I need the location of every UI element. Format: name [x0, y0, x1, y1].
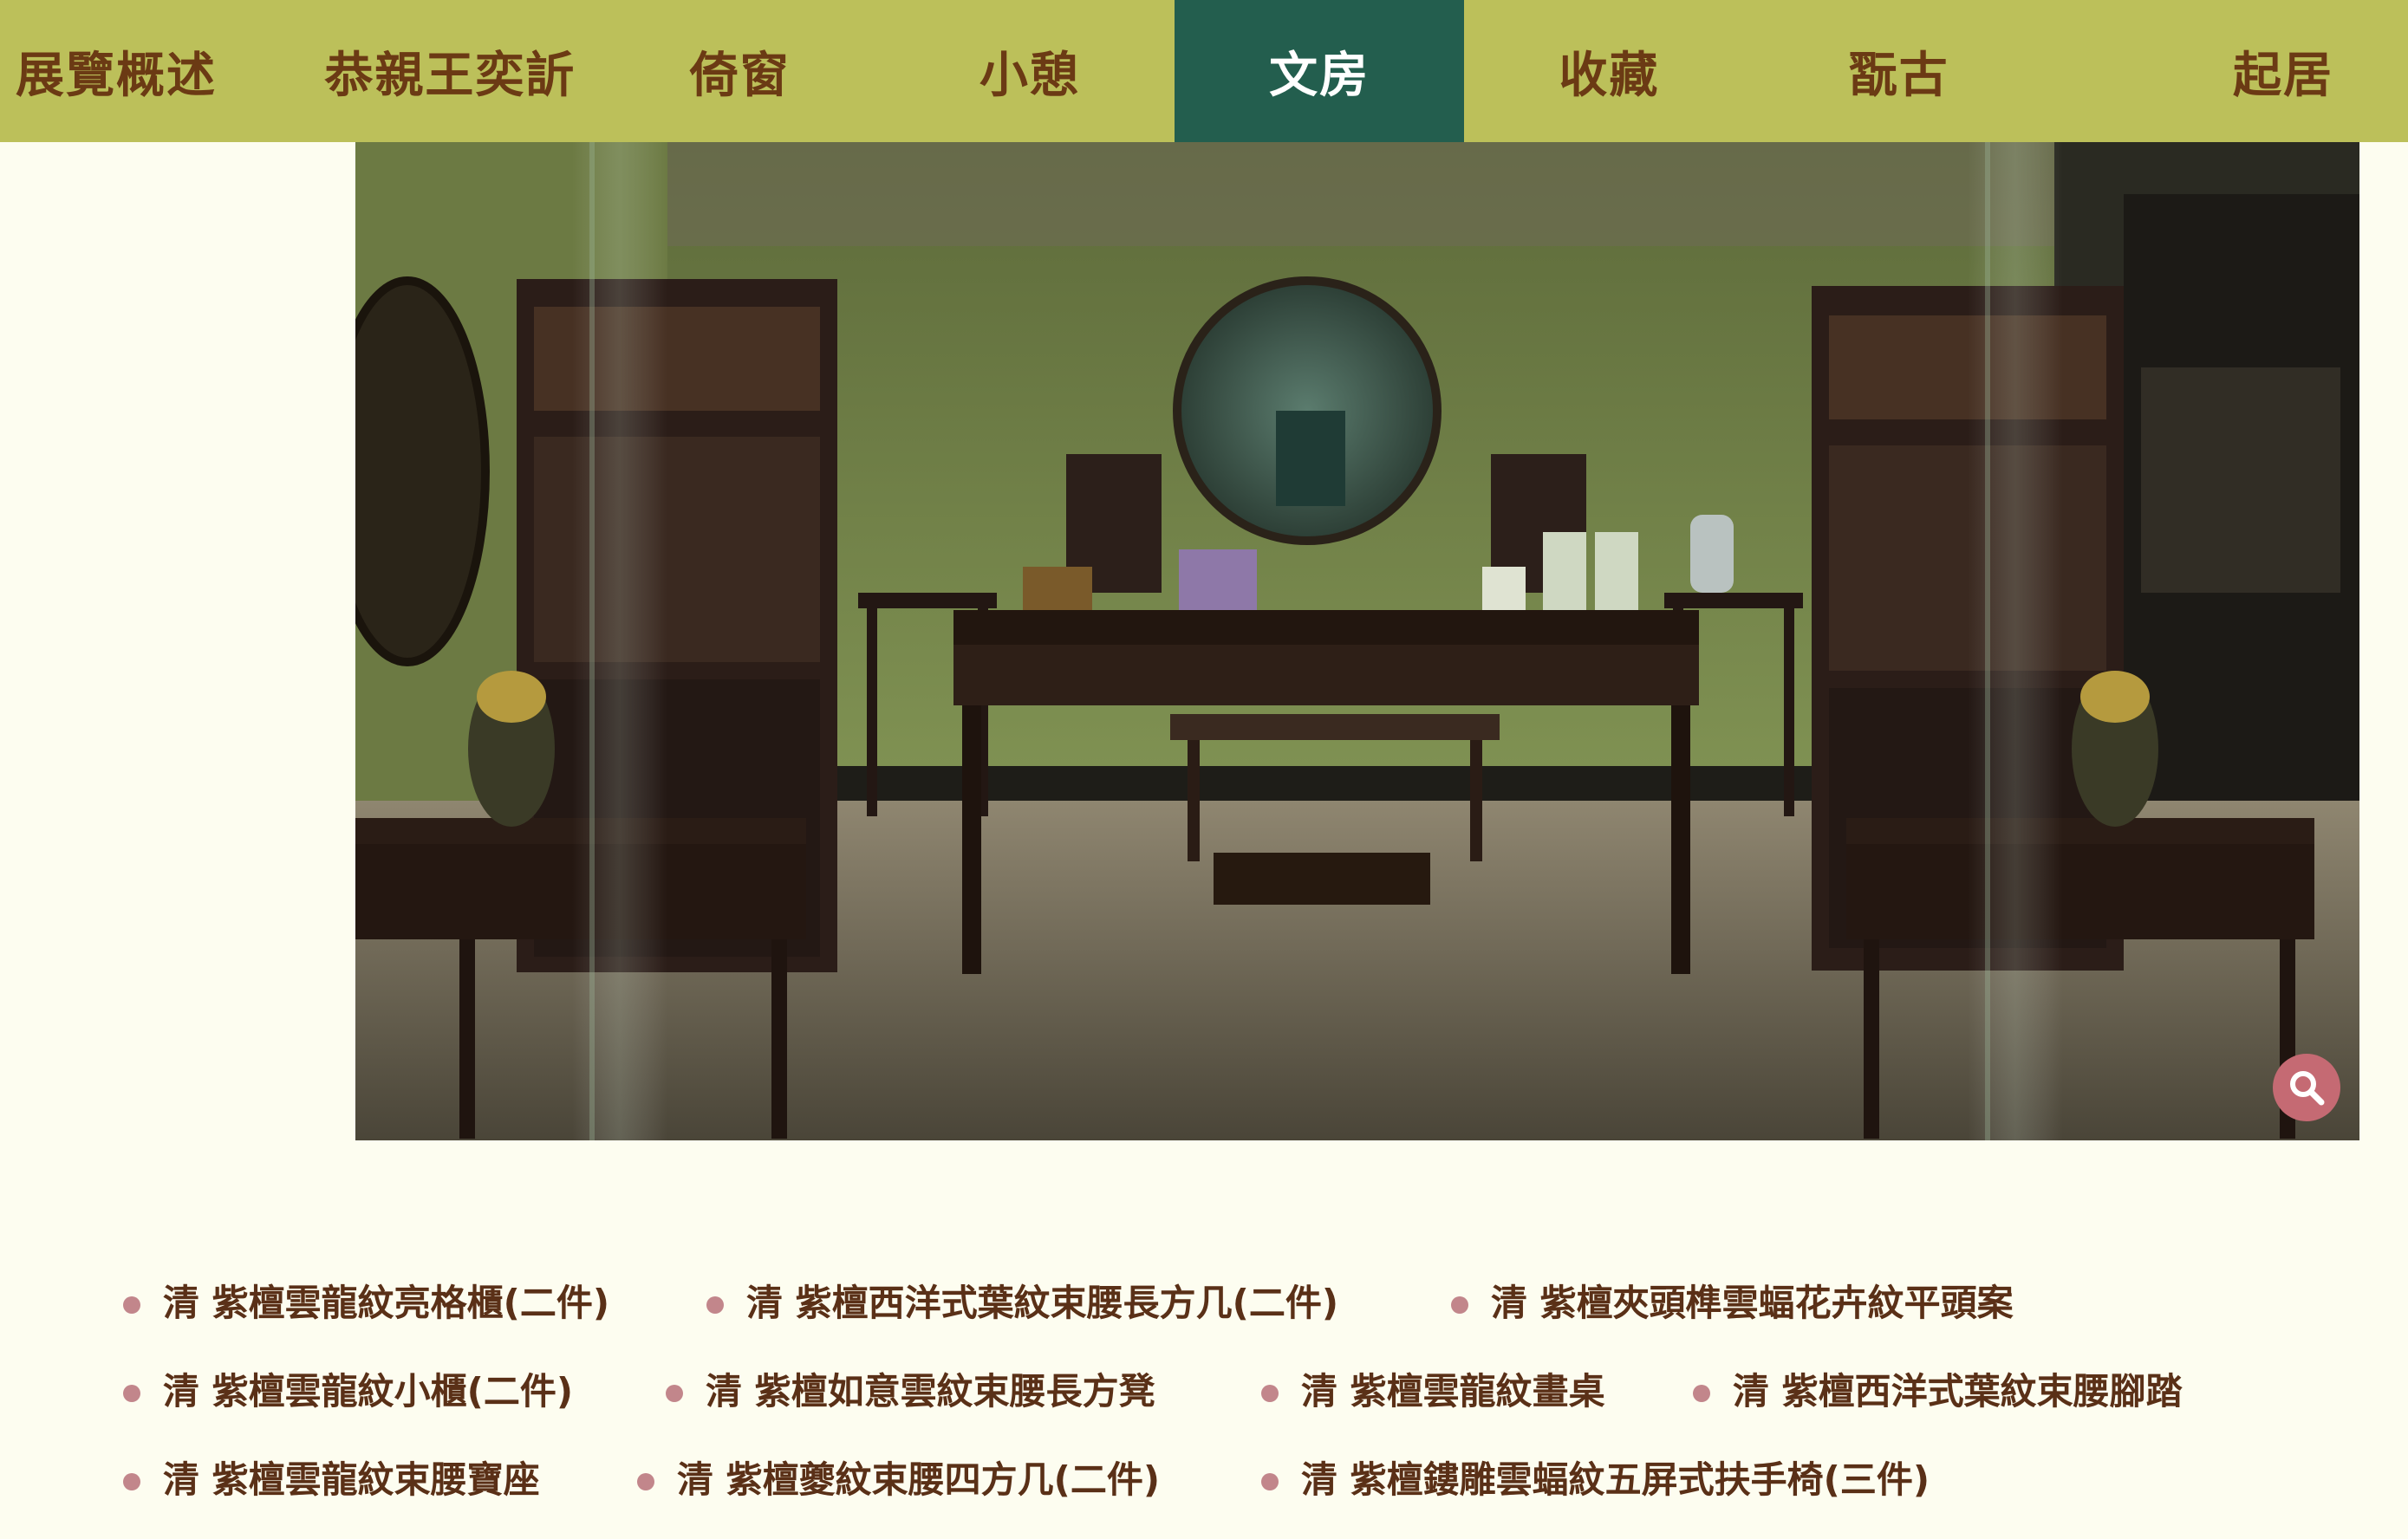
- bullet-icon: [666, 1384, 683, 1402]
- list-item[interactable]: 清 紫檀雲龍紋畫桌: [1261, 1362, 1605, 1415]
- list-item[interactable]: 清 紫檀西洋式葉紋束腰腳踏: [1693, 1362, 2183, 1415]
- bullet-icon: [123, 1384, 140, 1402]
- list-item-label: 清 紫檀西洋式葉紋束腰腳踏: [1733, 1370, 2183, 1412]
- bullet-icon: [637, 1472, 654, 1490]
- list-item-label: 清 紫檀雲龍紋小櫃(二件): [163, 1370, 574, 1412]
- top-nav: 展覽概述 恭親王奕訢 倚窗 小憩 文房 收藏 翫古 起居: [0, 0, 2408, 180]
- nav-item-rest[interactable]: 小憩: [885, 0, 1175, 142]
- list-item-label: 清 紫檀如意雲紋束腰長方凳: [706, 1370, 1155, 1412]
- search-icon: [2290, 1071, 2325, 1106]
- list-item[interactable]: 清 紫檀夔紋束腰四方几(二件): [637, 1451, 1160, 1503]
- zoom-button[interactable]: [2273, 1054, 2340, 1121]
- list-item-label: 清 紫檀夔紋束腰四方几(二件): [677, 1458, 1161, 1501]
- nav-item-overview[interactable]: 展覽概述: [0, 0, 305, 142]
- list-item-label: 清 紫檀雲龍紋亮格櫃(二件): [163, 1282, 610, 1324]
- list-item-label: 清 紫檀夾頭榫雲蝠花卉紋平頭案: [1491, 1282, 2014, 1324]
- nav-item-prince-gong[interactable]: 恭親王奕訢: [305, 0, 595, 142]
- bullet-icon: [1451, 1295, 1468, 1314]
- list-item-label: 清 紫檀西洋式葉紋束腰長方几(二件): [746, 1282, 1339, 1324]
- list-item-label: 清 紫檀雲龍紋畫桌: [1301, 1370, 1605, 1412]
- bullet-icon: [123, 1295, 140, 1314]
- bullet-icon: [123, 1472, 140, 1490]
- nav-item-antiques[interactable]: 翫古: [1754, 0, 2044, 142]
- list-item-label: 清 紫檀鏤雕雲蝠紋五屏式扶手椅(三件): [1301, 1458, 1930, 1501]
- list-item[interactable]: 清 紫檀雲龍紋束腰寶座: [123, 1451, 540, 1503]
- bullet-icon: [706, 1295, 724, 1314]
- nav-item-living[interactable]: 起居: [2044, 0, 2408, 142]
- list-item[interactable]: 清 紫檀雲龍紋亮格櫃(二件): [123, 1274, 609, 1327]
- list-item-label: 清 紫檀雲龍紋束腰寶座: [163, 1458, 540, 1501]
- list-item[interactable]: 清 紫檀雲龍紋小櫃(二件): [123, 1362, 573, 1415]
- list-item[interactable]: 清 紫檀鏤雕雲蝠紋五屏式扶手椅(三件): [1261, 1451, 1930, 1503]
- nav-item-study[interactable]: 文房: [1175, 0, 1465, 180]
- nav-item-collection[interactable]: 收藏: [1464, 0, 1754, 142]
- exhibition-photo: [355, 142, 2359, 1140]
- bullet-icon: [1693, 1384, 1710, 1402]
- list-item[interactable]: 清 紫檀西洋式葉紋束腰長方几(二件): [706, 1274, 1338, 1327]
- nav-item-window[interactable]: 倚窗: [595, 0, 885, 142]
- list-item[interactable]: 清 紫檀如意雲紋束腰長方凳: [666, 1362, 1155, 1415]
- bullet-icon: [1261, 1472, 1279, 1490]
- bullet-icon: [1261, 1384, 1279, 1402]
- list-item[interactable]: 清 紫檀夾頭榫雲蝠花卉紋平頭案: [1451, 1274, 2014, 1327]
